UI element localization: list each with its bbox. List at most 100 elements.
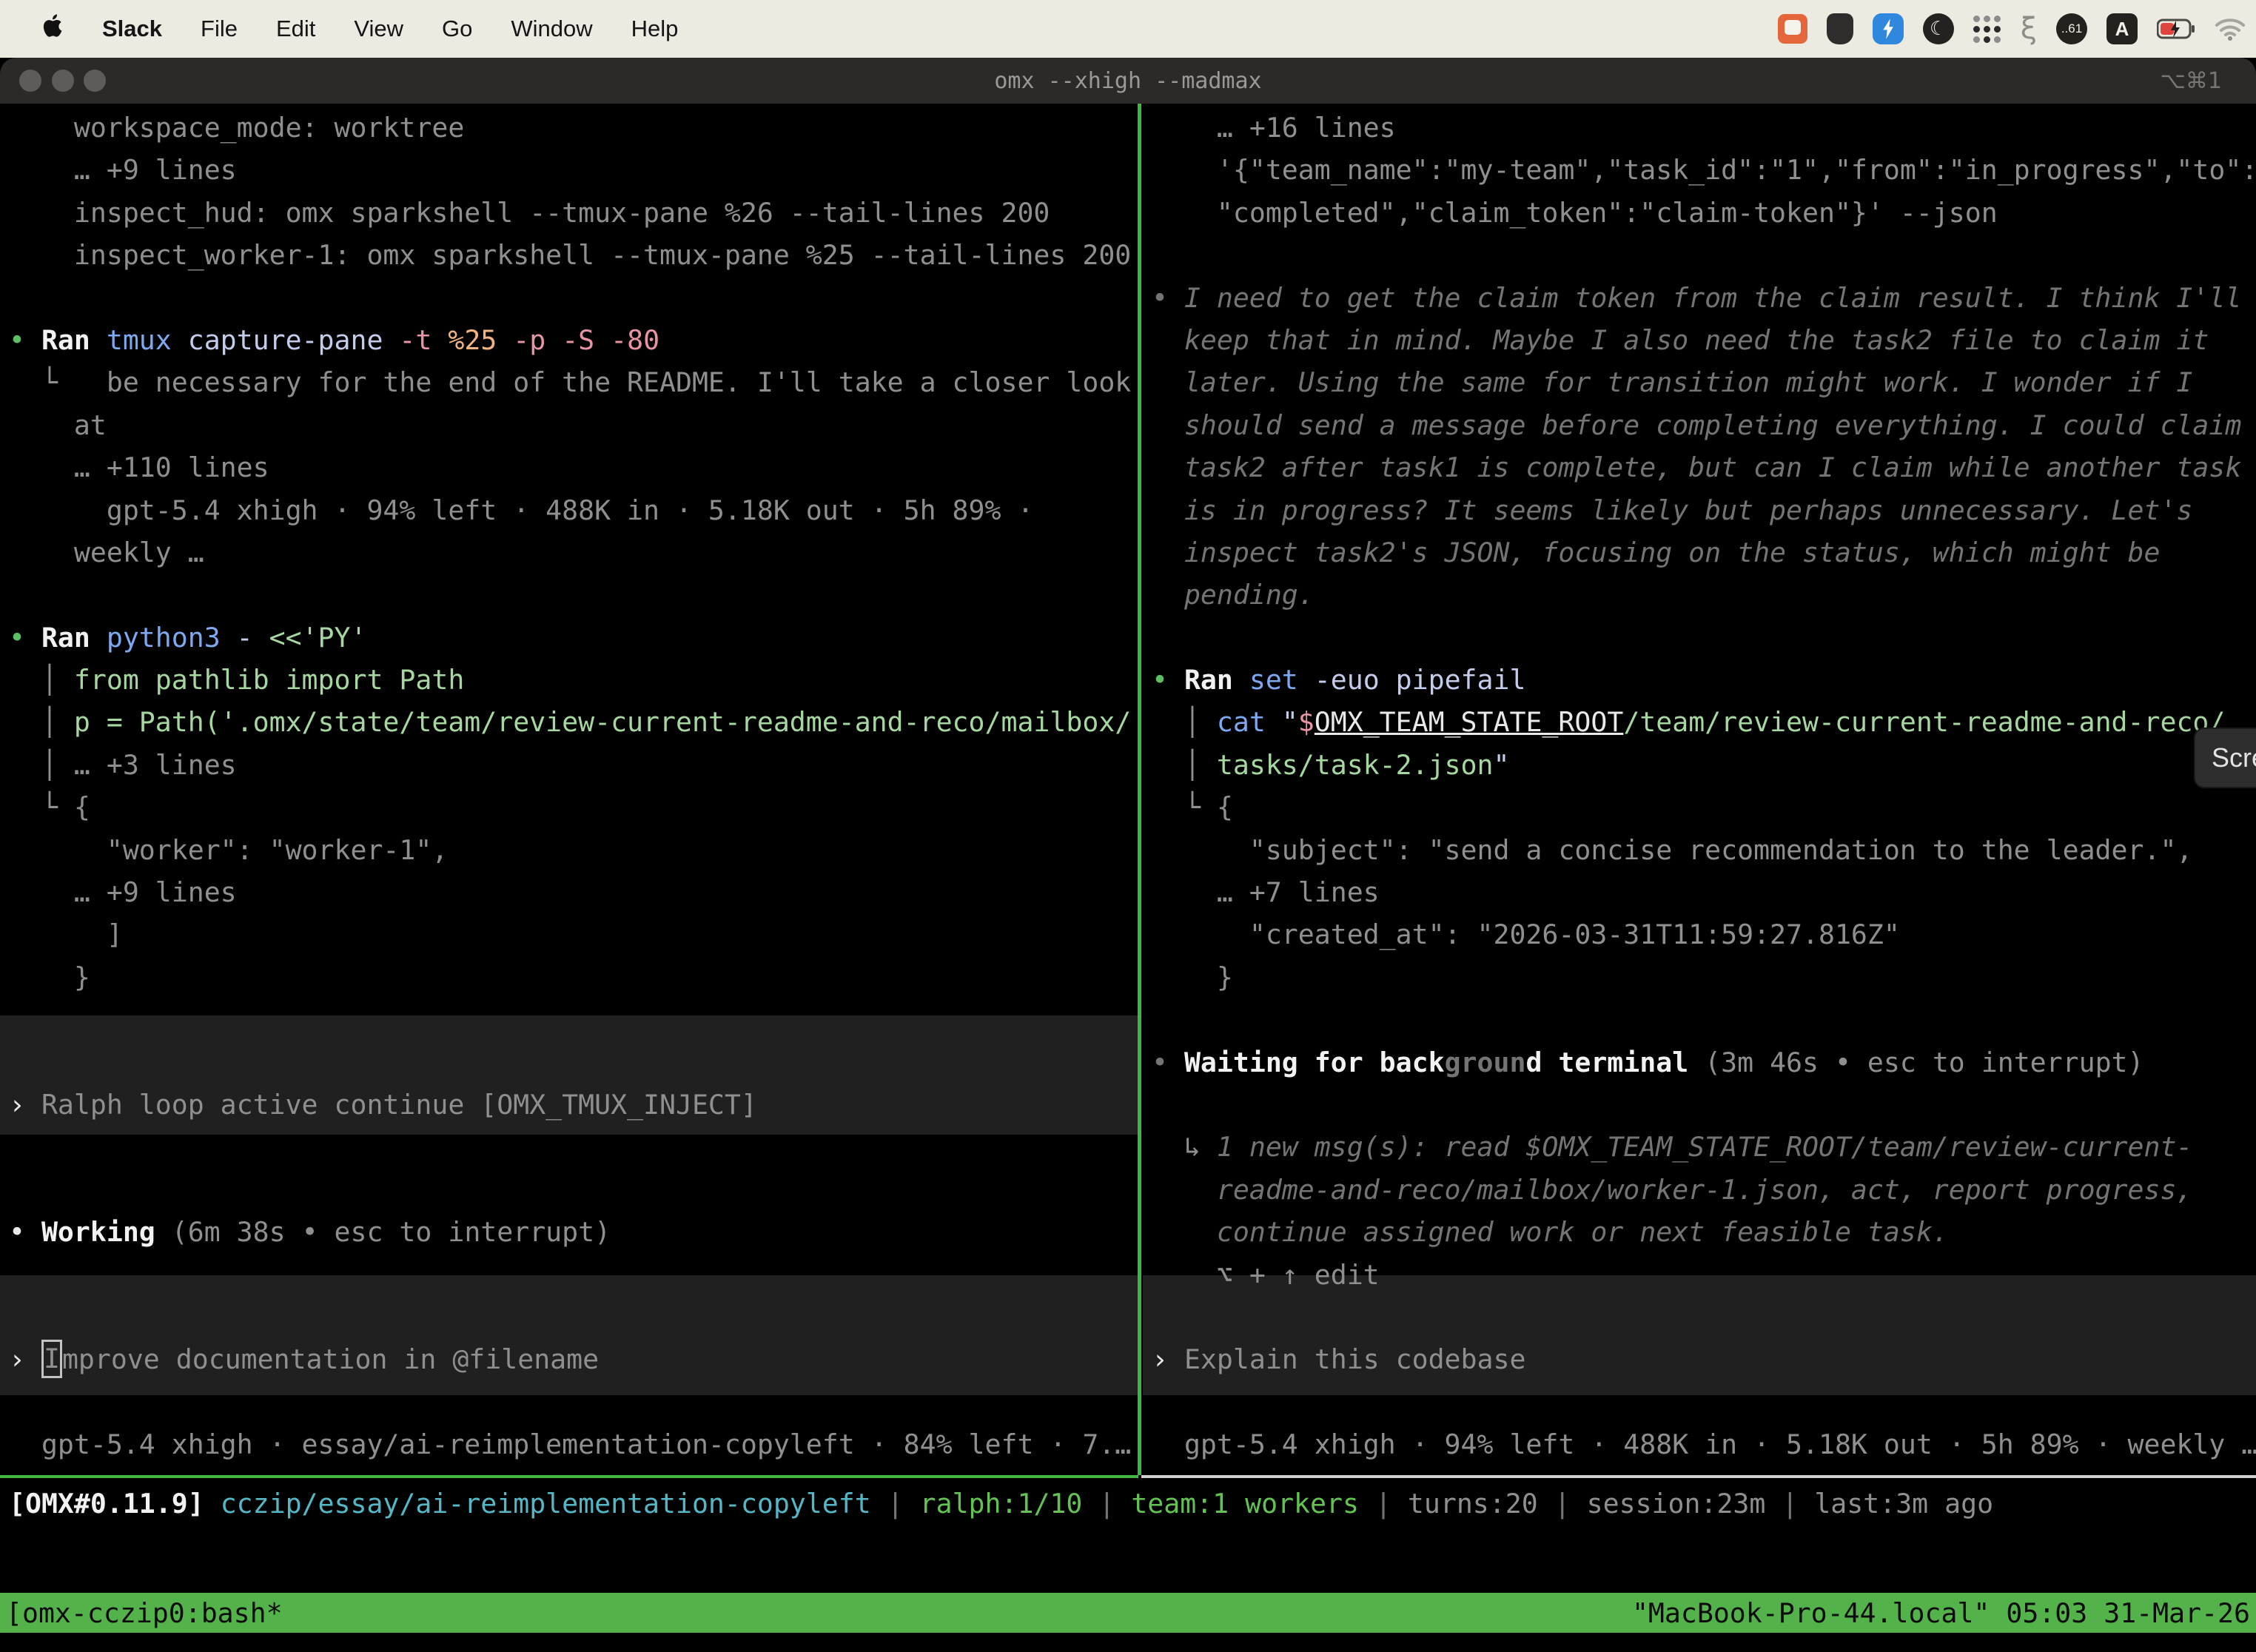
terminal-lines: workspace_mode: worktree … +9 lines insp… [0, 104, 1138, 1466]
terminal-line [9, 1296, 1138, 1338]
terminal-line: gpt-5.4 xhigh · 94% left · 488K in · 5.1… [9, 489, 1138, 531]
terminal-line: • Ran set -euo pipefail [1152, 659, 2256, 701]
blue-badge-icon[interactable] [1873, 13, 1904, 44]
text-segment: • [1152, 1047, 1184, 1078]
terminal-line: └ be necessary for the end of the README… [9, 361, 1138, 403]
squiggle-icon[interactable]: ξ [2021, 12, 2037, 46]
text-segment: from pathlib import Path [74, 664, 464, 696]
text-segment: cat [1217, 706, 1282, 738]
text-segment: { [1217, 791, 1233, 823]
tooltip-label: Scre [2212, 742, 2256, 773]
text-segment: | [1538, 1488, 1587, 1520]
menu-item-window[interactable]: Window [511, 16, 592, 42]
terminal-line: • I need to get the claim token from the… [1152, 277, 2256, 319]
text-segment: 1 new msg(s): read $OMX_TEAM_STATE_ROOT/… [1217, 1131, 2193, 1163]
text-segment: • [1152, 282, 1184, 314]
menu-item-view[interactable]: View [354, 16, 403, 42]
screen: Slack File Edit View Go Window Help ☾ ξ ..61 A… [0, 0, 2256, 1652]
text-segment: gpt-5.4 xhigh · 94% left · 488K in · 5.1… [1152, 1428, 2256, 1460]
text-segment: OMX_TEAM_STATE_ROOT [1315, 706, 1624, 738]
text-segment: -t [399, 324, 448, 356]
battery-icon[interactable] [2157, 18, 2195, 40]
text-segment: | [1359, 1488, 1408, 1520]
terminal-line: • Working (6m 38s • esc to interrupt) [9, 1211, 1138, 1253]
shield-keypad-icon[interactable] [1827, 13, 1853, 44]
dots-grid-icon[interactable] [1973, 15, 2001, 43]
terminal-line: … +16 lines [1152, 107, 2256, 149]
terminal-line: "completed","claim_token":"claim-token"}… [1152, 192, 2256, 234]
text-segment: " [1493, 749, 1509, 781]
screen-tooltip: Scre [2194, 728, 2256, 788]
terminal-line: later. Using the same for transition mig… [1152, 361, 2256, 403]
text-segment: /team/review-current-readme-and-reco/ [1623, 706, 2225, 738]
terminal-line: at [9, 404, 1138, 446]
count-badge-icon[interactable]: ..61 [2056, 13, 2087, 44]
menu-item-file[interactable]: File [201, 16, 238, 42]
menu-left: Slack File Edit View Go Window Help [0, 13, 678, 45]
apple-menu[interactable] [41, 13, 64, 45]
text-segment: gpt-5.4 xhigh · essay/ai-reimplementatio… [9, 1428, 1131, 1460]
menu-item-slack[interactable]: Slack [102, 16, 162, 42]
text-segment: Ran [1184, 664, 1249, 696]
wifi-icon[interactable] [2215, 17, 2246, 41]
menu-item-help[interactable]: Help [631, 16, 679, 42]
text-segment: └ [9, 366, 107, 398]
text-segment: task2 after task1 is complete, but can I… [1152, 451, 2241, 483]
text-segment: • [1152, 664, 1184, 696]
text-segment: │ [9, 749, 74, 781]
menu-item-edit[interactable]: Edit [276, 16, 315, 42]
text-segment: weekly … [9, 537, 204, 568]
text-segment: inspect_hud: omx sparkshell --tmux-pane … [9, 197, 1050, 229]
text-segment: … +16 lines [1152, 112, 1396, 144]
text-segment: └ [1152, 791, 1217, 823]
text-segment: d terminal [1525, 1047, 1705, 1078]
terminal-line: └ { [1152, 786, 2256, 828]
terminal-lines: … +16 lines '{"team_name":"my-team","tas… [1143, 104, 2256, 1466]
text-segment: - [237, 622, 269, 654]
text-segment: › [9, 1343, 41, 1375]
text-segment: | [1082, 1488, 1131, 1520]
terminal-line: │ from pathlib import Path [9, 659, 1138, 701]
terminal-line: … +9 lines [9, 871, 1138, 913]
text-segment: (3m 46s • esc to interrupt) [1705, 1047, 2143, 1078]
tmux-pane-right[interactable]: … +16 lines '{"team_name":"my-team","tas… [1143, 104, 2256, 1475]
text-segment: › [1152, 1343, 1184, 1375]
text-segment: is in progress? It seems likely but perh… [1152, 494, 2192, 526]
terminal-line: "created_at": "2026-03-31T11:59:27.816Z" [1152, 913, 2256, 956]
text-segment: tasks/task-2.json [1217, 749, 1494, 781]
moon-glyph: ☾ [1930, 18, 1947, 40]
menu-item-go[interactable]: Go [442, 16, 472, 42]
text-segment: should send a message before completing … [1152, 409, 2241, 441]
moon-icon[interactable]: ☾ [1923, 13, 1954, 44]
text-segment: <<'PY' [269, 622, 367, 654]
text-segment: capture-pane [188, 324, 400, 356]
pane-border-active [0, 1475, 1138, 1478]
menu-items: Slack File Edit View Go Window Help [102, 16, 678, 42]
text-segment: Ralph loop active continue [OMX_TMUX_INJ… [41, 1089, 757, 1121]
text-segment: mprove documentation in @filename [62, 1343, 599, 1375]
omx-hud-status-line: [OMX#0.11.9] cczip/essay/ai-reimplementa… [9, 1483, 1993, 1525]
text-segment: Ran [41, 622, 107, 654]
terminal-line: │ cat "$OMX_TEAM_STATE_ROOT/team/review-… [1152, 701, 2256, 743]
text-segment: • [9, 622, 41, 654]
terminal-line: gpt-5.4 xhigh · essay/ai-reimplementatio… [9, 1423, 1138, 1465]
terminal-line: "subject": "send a concise recommendatio… [1152, 829, 2256, 871]
terminal-line: } [9, 956, 1138, 998]
terminal-line: │ tasks/task-2.json" [1152, 744, 2256, 786]
text-segment: later. Using the same for transition mig… [1152, 366, 2192, 398]
input-source-icon[interactable]: A [2106, 13, 2138, 44]
terminal-line: '{"team_name":"my-team","task_id":"1","f… [1152, 149, 2256, 191]
terminal-line: pending. [1152, 574, 2256, 616]
window-titlebar[interactable]: omx --xhigh --madmax ⌥⌘1 [0, 58, 2256, 104]
text-segment: -p [513, 324, 562, 356]
text-segment: │ [9, 664, 74, 696]
terminal-window: omx --xhigh --madmax ⌥⌘1 workspace_mode:… [0, 58, 2256, 1652]
tmux-pane-left[interactable]: workspace_mode: worktree … +9 lines insp… [0, 104, 1138, 1475]
slack-chat-icon-inner [1785, 20, 1801, 35]
text-segment: inspect task2's JSON, focusing on the st… [1152, 537, 2160, 568]
text-segment: └ [9, 791, 74, 823]
terminal-line: › Improve documentation in @filename [9, 1338, 1138, 1380]
text-segment: │ [1152, 706, 1217, 738]
terminal-line [9, 998, 1138, 1041]
slack-chat-icon[interactable] [1778, 14, 1807, 44]
